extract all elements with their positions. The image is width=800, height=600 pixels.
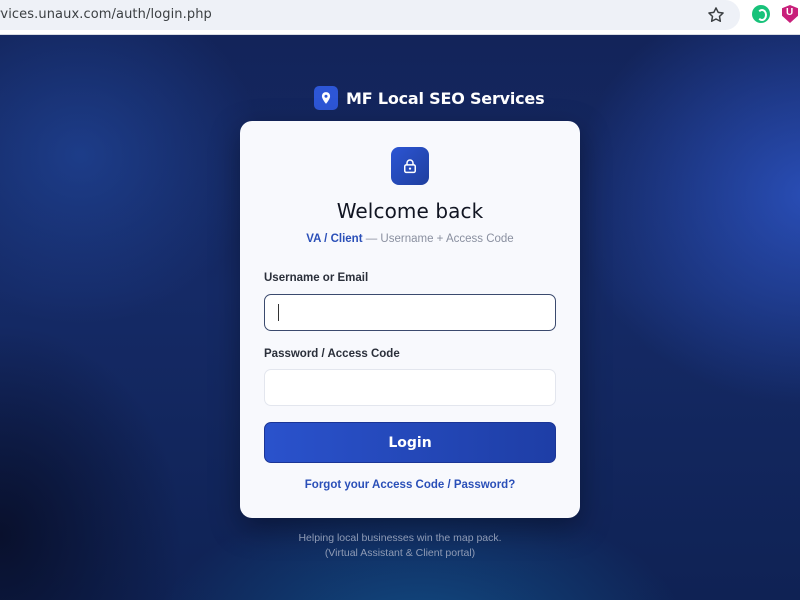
extension-badge: U: [786, 7, 794, 18]
forgot-password-link[interactable]: Forgot your Access Code / Password?: [240, 479, 580, 491]
username-input[interactable]: [264, 294, 556, 331]
login-subtitle: VA / Client — Username + Access Code: [240, 233, 580, 245]
footer-line-1: Helping local businesses win the map pac…: [298, 532, 502, 544]
url-text[interactable]: services.unaux.com/auth/login.php: [0, 7, 212, 22]
brand-header: MF Local SEO Services: [314, 86, 545, 110]
refresh-extension-icon[interactable]: [752, 5, 770, 23]
browser-toolbar: services.unaux.com/auth/login.php U: [0, 0, 800, 35]
subtitle-hint: — Username + Access Code: [362, 233, 514, 245]
login-card: Welcome back VA / Client — Username + Ac…: [240, 121, 580, 518]
address-bar[interactable]: services.unaux.com/auth/login.php: [0, 0, 740, 30]
lock-icon: [391, 147, 429, 185]
page-title: Welcome back: [336, 199, 484, 223]
username-label: Username or Email: [264, 272, 369, 284]
text-caret: [278, 304, 279, 321]
login-button[interactable]: Login: [264, 422, 556, 463]
brand-name: MF Local SEO Services: [346, 88, 545, 108]
star-icon[interactable]: [706, 5, 726, 25]
shield-extension-icon[interactable]: U: [782, 5, 798, 23]
map-pin-icon: [314, 86, 338, 110]
password-input[interactable]: [264, 369, 556, 406]
role-label: VA / Client: [306, 233, 363, 245]
password-label: Password / Access Code: [264, 348, 400, 360]
footer-line-2: (Virtual Assistant & Client portal): [324, 547, 476, 559]
footer-tagline: Helping local businesses win the map pac…: [0, 531, 800, 561]
